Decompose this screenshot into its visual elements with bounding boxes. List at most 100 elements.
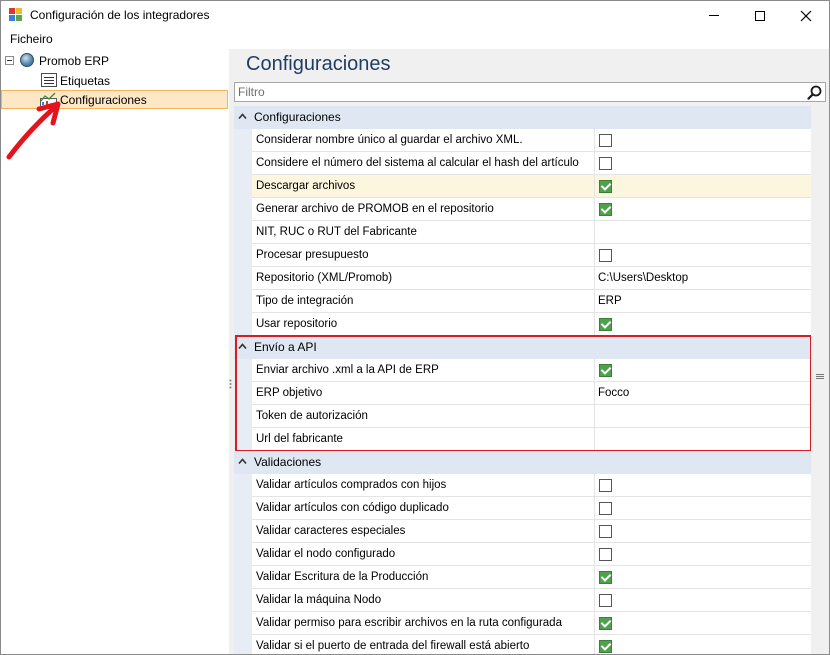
property-row[interactable]: Generar archivo de PROMOB en el reposito… xyxy=(234,198,811,221)
property-name-cell[interactable]: Considere el número del sistema al calcu… xyxy=(252,152,595,175)
property-row[interactable]: Validar si el puerto de entrada del fire… xyxy=(234,635,811,654)
filter-input[interactable] xyxy=(238,84,798,100)
property-row[interactable]: Enviar archivo .xml a la API de ERP xyxy=(234,359,811,382)
property-name-cell[interactable]: Validar Escritura de la Producción xyxy=(252,566,595,589)
property-name-cell[interactable]: ERP objetivo xyxy=(252,382,595,405)
property-value-cell[interactable] xyxy=(595,313,811,336)
property-name-cell[interactable]: Token de autorización xyxy=(252,405,595,428)
property-checkbox[interactable] xyxy=(599,571,612,584)
property-checkbox[interactable] xyxy=(599,617,612,630)
property-value-cell[interactable] xyxy=(595,589,811,612)
property-value[interactable]: C:\Users\Desktop xyxy=(598,272,688,284)
property-name-cell[interactable]: Validar artículos con código duplicado xyxy=(252,497,595,520)
property-name-cell[interactable]: Validar artículos comprados con hijos xyxy=(252,474,595,497)
property-value-cell[interactable] xyxy=(595,198,811,221)
property-name-cell[interactable]: Validar permiso para escribir archivos e… xyxy=(252,612,595,635)
filter-box xyxy=(234,82,826,102)
property-value-cell[interactable]: Focco xyxy=(595,382,811,405)
vertical-scrollbar[interactable] xyxy=(812,106,827,654)
property-row[interactable]: Validar caracteres especiales xyxy=(234,520,811,543)
property-row[interactable]: Validar artículos comprados con hijos xyxy=(234,474,811,497)
close-button[interactable] xyxy=(783,1,829,30)
property-row[interactable]: NIT, RUC o RUT del Fabricante xyxy=(234,221,811,244)
property-row[interactable]: Token de autorización xyxy=(234,405,811,428)
property-name-cell[interactable]: Validar caracteres especiales xyxy=(252,520,595,543)
chevron-up-icon[interactable] xyxy=(238,457,247,466)
property-name-cell[interactable]: Procesar presupuesto xyxy=(252,244,595,267)
category-header[interactable]: Configuraciones xyxy=(234,106,811,129)
property-row[interactable]: Tipo de integración ERP xyxy=(234,290,811,313)
property-row[interactable]: Validar artículos con código duplicado xyxy=(234,497,811,520)
property-checkbox[interactable] xyxy=(599,479,612,492)
property-row[interactable]: ERP objetivo Focco xyxy=(234,382,811,405)
property-name-cell[interactable]: Descargar archivos xyxy=(252,175,595,198)
property-checkbox[interactable] xyxy=(599,134,612,147)
property-row[interactable]: Usar repositorio xyxy=(234,313,811,336)
chevron-up-icon[interactable] xyxy=(238,112,247,121)
tree-node-promob-erp[interactable]: Promob ERP xyxy=(1,51,221,70)
maximize-button[interactable] xyxy=(737,1,783,30)
category-header[interactable]: Validaciones xyxy=(234,451,811,474)
property-checkbox[interactable] xyxy=(599,640,612,653)
minimize-button[interactable] xyxy=(691,1,737,30)
property-name: Validar si el puerto de entrada del fire… xyxy=(256,640,530,652)
property-name-cell[interactable]: Tipo de integración xyxy=(252,290,595,313)
property-row[interactable]: Descargar archivos xyxy=(234,175,811,198)
chevron-up-icon[interactable] xyxy=(238,342,247,351)
property-checkbox[interactable] xyxy=(599,180,612,193)
property-value-cell[interactable] xyxy=(595,520,811,543)
property-name-cell[interactable]: Considerar nombre único al guardar el ar… xyxy=(252,129,595,152)
tree-node-etiquetas[interactable]: Etiquetas xyxy=(1,71,221,90)
property-checkbox[interactable] xyxy=(599,157,612,170)
property-value-cell[interactable] xyxy=(595,474,811,497)
property-value-cell[interactable]: C:\Users\Desktop xyxy=(595,267,811,290)
property-value-cell[interactable] xyxy=(595,244,811,267)
property-value-cell[interactable] xyxy=(595,152,811,175)
property-name-cell[interactable]: Validar el nodo configurado xyxy=(252,543,595,566)
property-checkbox[interactable] xyxy=(599,502,612,515)
property-checkbox[interactable] xyxy=(599,203,612,216)
property-value-cell[interactable] xyxy=(595,428,811,451)
property-row[interactable]: Repositorio (XML/Promob) C:\Users\Desktop xyxy=(234,267,811,290)
property-value-cell[interactable] xyxy=(595,175,811,198)
property-row[interactable]: Validar la máquina Nodo xyxy=(234,589,811,612)
property-name-cell[interactable]: Validar si el puerto de entrada del fire… xyxy=(252,635,595,654)
property-name-cell[interactable]: Validar la máquina Nodo xyxy=(252,589,595,612)
collapse-icon[interactable] xyxy=(5,56,14,65)
property-name-cell[interactable]: Repositorio (XML/Promob) xyxy=(252,267,595,290)
property-row[interactable]: Considere el número del sistema al calcu… xyxy=(234,152,811,175)
row-gutter xyxy=(234,497,252,520)
property-name-cell[interactable]: NIT, RUC o RUT del Fabricante xyxy=(252,221,595,244)
property-row[interactable]: Considerar nombre único al guardar el ar… xyxy=(234,129,811,152)
property-value-cell[interactable] xyxy=(595,359,811,382)
property-value[interactable]: Focco xyxy=(598,387,629,399)
property-value-cell[interactable]: ERP xyxy=(595,290,811,313)
property-name-cell[interactable]: Generar archivo de PROMOB en el reposito… xyxy=(252,198,595,221)
property-value-cell[interactable] xyxy=(595,543,811,566)
property-name-cell[interactable]: Enviar archivo .xml a la API de ERP xyxy=(252,359,595,382)
property-checkbox[interactable] xyxy=(599,548,612,561)
property-row[interactable]: Validar permiso para escribir archivos e… xyxy=(234,612,811,635)
property-row[interactable]: Validar el nodo configurado xyxy=(234,543,811,566)
search-icon[interactable] xyxy=(807,85,822,100)
property-value-cell[interactable] xyxy=(595,566,811,589)
property-row[interactable]: Url del fabricante xyxy=(234,428,811,451)
property-name-cell[interactable]: Url del fabricante xyxy=(252,428,595,451)
property-value[interactable]: ERP xyxy=(598,295,622,307)
property-row[interactable]: Validar Escritura de la Producción xyxy=(234,566,811,589)
property-value-cell[interactable] xyxy=(595,497,811,520)
property-value-cell[interactable] xyxy=(595,129,811,152)
property-value-cell[interactable] xyxy=(595,405,811,428)
property-checkbox[interactable] xyxy=(599,318,612,331)
category-header[interactable]: Envío a API xyxy=(234,336,811,359)
property-row[interactable]: Procesar presupuesto xyxy=(234,244,811,267)
property-value-cell[interactable] xyxy=(595,635,811,654)
property-checkbox[interactable] xyxy=(599,525,612,538)
property-value-cell[interactable] xyxy=(595,612,811,635)
property-checkbox[interactable] xyxy=(599,594,612,607)
property-value-cell[interactable] xyxy=(595,221,811,244)
property-checkbox[interactable] xyxy=(599,364,612,377)
menu-file[interactable]: Ficheiro xyxy=(10,32,53,46)
property-name-cell[interactable]: Usar repositorio xyxy=(252,313,595,336)
property-checkbox[interactable] xyxy=(599,249,612,262)
